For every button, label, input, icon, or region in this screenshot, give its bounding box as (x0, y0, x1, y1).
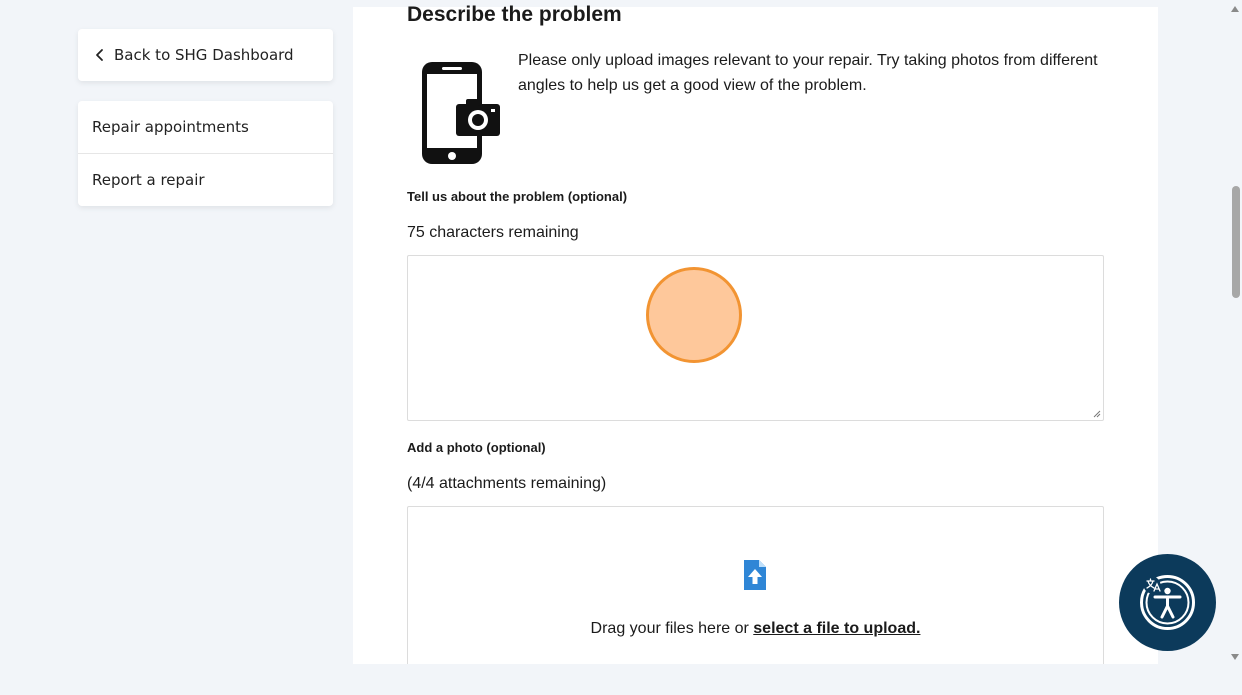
dropzone-text: Drag your files here or select a file to… (407, 620, 1104, 638)
scroll-down-arrow-icon[interactable] (1231, 654, 1239, 660)
back-link-label: Back to SHG Dashboard (114, 46, 294, 64)
attachments-remaining: (4/4 attachments remaining) (407, 475, 607, 492)
back-to-dashboard-link[interactable]: Back to SHG Dashboard (78, 29, 333, 81)
dropzone-instruction: Drag your files here or (590, 620, 754, 637)
select-file-link[interactable]: select a file to upload. (753, 620, 920, 637)
accessibility-button[interactable] (1119, 554, 1216, 651)
page-title: Describe the problem (407, 3, 622, 26)
phone-camera-icon (422, 62, 500, 164)
accessibility-icon (1140, 575, 1195, 630)
bottom-strip (0, 664, 1242, 695)
chevron-left-icon (96, 49, 103, 61)
problem-description-textarea[interactable] (407, 255, 1104, 421)
sidebar-nav: Repair appointments Report a repair (78, 101, 333, 206)
scroll-up-arrow-icon[interactable] (1231, 6, 1239, 12)
sidebar-item-label: Repair appointments (92, 118, 249, 136)
intro-text: Please only upload images relevant to yo… (518, 52, 1098, 94)
click-marker (646, 267, 742, 363)
problem-field-label: Tell us about the problem (optional) (407, 189, 628, 204)
file-upload-icon (744, 560, 766, 590)
photo-field-label: Add a photo (optional) (407, 440, 546, 455)
characters-remaining: 75 characters remaining (407, 224, 579, 241)
resize-grip-icon[interactable] (1093, 410, 1101, 418)
sidebar-item-repair-appointments[interactable]: Repair appointments (78, 101, 333, 153)
scrollbar-thumb[interactable] (1232, 186, 1240, 298)
sidebar-item-label: Report a repair (92, 170, 205, 189)
scrollbar-track[interactable] (1228, 0, 1242, 664)
sidebar-item-report-a-repair[interactable]: Report a repair (78, 153, 333, 205)
